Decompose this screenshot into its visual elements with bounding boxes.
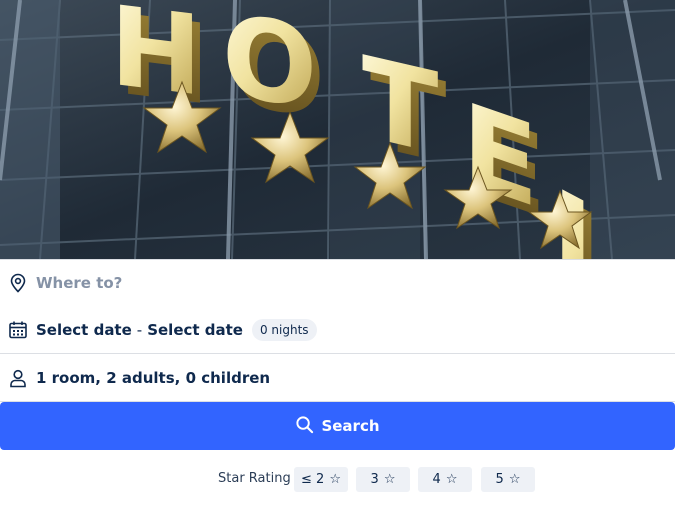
star-outline-icon: ☆ (383, 472, 396, 487)
star-option-5[interactable]: 5 ☆ (481, 467, 535, 492)
date-row[interactable]: Select date - Select date 0 nights (0, 306, 675, 354)
hotel-banner-image: H H O O T T E E L L (0, 0, 675, 259)
checkin-date[interactable]: Select date (36, 321, 132, 339)
nights-badge: 0 nights (251, 318, 317, 341)
search-button[interactable]: Search (0, 402, 675, 450)
star-option-label: 4 (432, 472, 441, 487)
location-pin-icon (0, 273, 36, 293)
guests-row[interactable]: 1 room, 2 adults, 0 children (0, 354, 675, 402)
star-outline-icon: ☆ (508, 472, 521, 487)
star-option-label: 3 (370, 472, 379, 487)
star-rating-filter: Star Rating ≤ 2 ☆ 3 ☆ 4 ☆ 5 ☆ (0, 467, 675, 493)
star-option-3[interactable]: 3 ☆ (356, 467, 410, 492)
svg-text:O: O (222, 0, 317, 135)
star-outline-icon: ☆ (329, 472, 341, 487)
person-icon (0, 368, 36, 388)
star-option-label: 5 (495, 472, 504, 487)
date-separator: - (136, 320, 143, 339)
star-option-4[interactable]: 4 ☆ (418, 467, 472, 492)
calendar-icon (0, 320, 36, 340)
guests-summary[interactable]: 1 room, 2 adults, 0 children (36, 369, 270, 387)
search-button-label: Search (321, 417, 380, 435)
svg-text:T: T (362, 32, 438, 180)
star-outline-icon: ☆ (445, 472, 458, 487)
checkout-date[interactable]: Select date (147, 321, 243, 339)
search-icon (295, 415, 321, 438)
star-option-2-or-less[interactable]: ≤ 2 ☆ (294, 467, 348, 492)
star-rating-label: Star Rating (218, 471, 291, 486)
destination-row[interactable] (0, 259, 675, 307)
destination-input[interactable] (36, 274, 636, 292)
star-option-label: ≤ 2 (301, 472, 325, 487)
